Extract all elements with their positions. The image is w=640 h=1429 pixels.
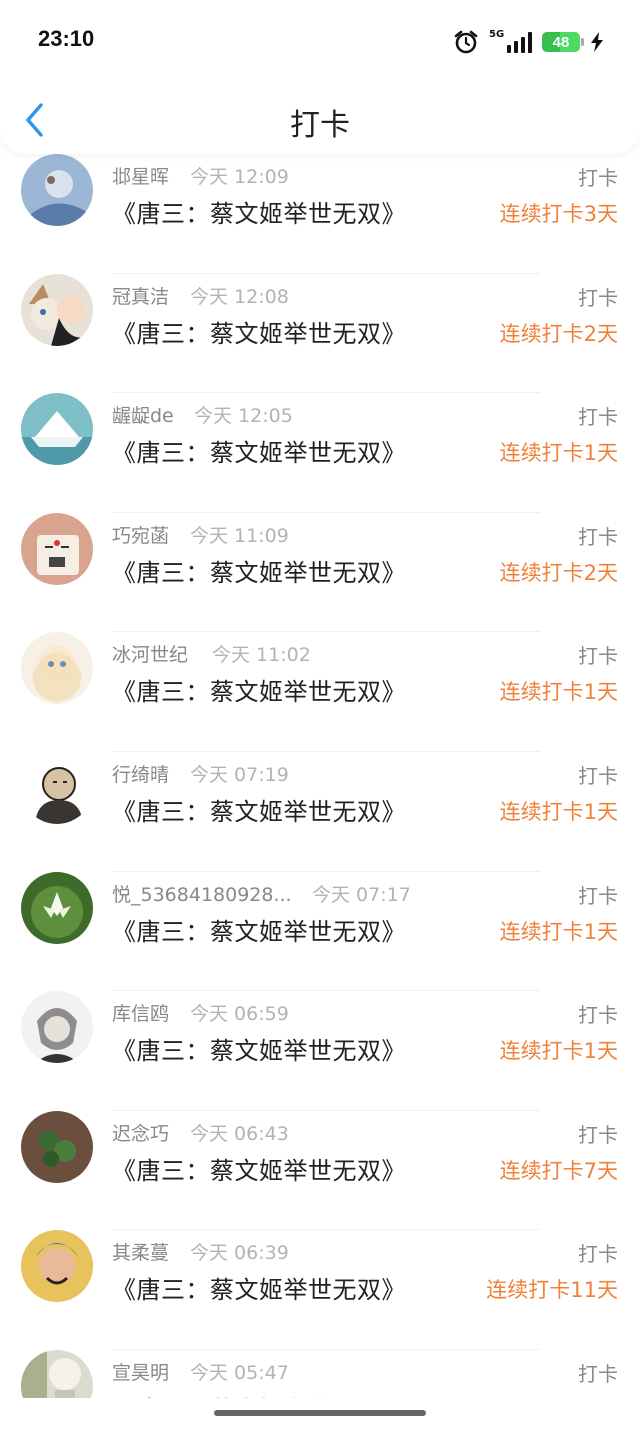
checkin-time: 今天 12:09 xyxy=(190,166,289,188)
navigation-bar: 23:10 5G 48 打卡 xyxy=(0,0,640,154)
user-avatar[interactable] xyxy=(21,393,93,466)
streak-label: 连续打卡11天 xyxy=(486,1278,618,1303)
checkin-list-item[interactable]: 冰河世纪 今天 11:02 《唐三：蔡文姬举世无双》 打卡连续打卡1天 xyxy=(0,632,640,752)
book-title[interactable]: 《唐三：蔡文姬举世无双》 xyxy=(112,912,406,947)
book-title[interactable]: 《唐三：蔡文姬举世无双》 xyxy=(112,1151,406,1186)
user-name[interactable]: 冰河世纪 xyxy=(112,640,188,667)
user-avatar[interactable] xyxy=(21,871,93,944)
alarm-icon xyxy=(454,30,478,54)
streak-label: 连续打卡2天 xyxy=(499,321,618,346)
user-avatar[interactable] xyxy=(21,1110,93,1183)
checkin-time: 今天 11:02 xyxy=(212,644,311,667)
user-avatar[interactable] xyxy=(21,154,93,226)
signal-icon: 5G xyxy=(489,29,532,53)
action-label: 打卡 xyxy=(578,285,618,310)
action-label: 打卡 xyxy=(578,405,618,430)
checkin-list-item[interactable]: 库信鸥 今天 06:59 《唐三：蔡文姬举世无双》 打卡连续打卡1天 xyxy=(0,991,640,1111)
action-label: 打卡 xyxy=(578,1361,618,1386)
user-name[interactable]: 悦_53684180928... xyxy=(112,880,292,907)
user-name[interactable]: 库信鸥 xyxy=(112,999,169,1026)
home-indicator[interactable] xyxy=(214,1410,426,1416)
checkin-list-item[interactable]: 巧宛菡 今天 11:09 《唐三：蔡文姬举世无双》 打卡连续打卡2天 xyxy=(0,512,640,633)
network-type: 5G xyxy=(489,29,505,40)
book-title[interactable]: 《唐三：蔡文姬举世无双》 xyxy=(112,194,406,229)
checkin-list-item[interactable]: 悦_53684180928... 今天 07:17 《唐三：蔡文姬举世无双》 打卡连续… xyxy=(0,871,640,992)
streak-label: 连续打卡3天 xyxy=(499,202,618,226)
book-title[interactable]: 《唐三：蔡文姬举世无双》 xyxy=(112,1270,406,1305)
checkin-time: 今天 07:17 xyxy=(312,883,411,906)
user-avatar[interactable] xyxy=(21,751,93,824)
checkin-list-item[interactable]: 冠真洁 今天 12:08 《唐三：蔡文姬举世无双》 打卡连续打卡2天 xyxy=(0,273,640,394)
checkin-list-item[interactable]: 龌龊de 今天 12:05 《唐三：蔡文姬举世无双》 打卡连续打卡1天 xyxy=(0,393,640,513)
streak-label: 连续打卡1天 xyxy=(499,1039,618,1064)
status-icons: 5G 48 xyxy=(453,28,604,56)
checkin-list-item[interactable]: 其柔蔓 今天 06:39 《唐三：蔡文姬举世无双》 打卡连续打卡11天 xyxy=(0,1230,640,1350)
checkin-time: 今天 12:05 xyxy=(194,405,293,428)
checkin-list-item[interactable]: 邶星晖 今天 12:09 《唐三：蔡文姬举世无双》 打卡连续打卡3天 xyxy=(0,154,640,274)
checkin-time: 今天 12:08 xyxy=(190,285,289,308)
checkin-list-item[interactable]: 行绮晴 今天 07:19 《唐三：蔡文姬举世无双》 打卡连续打卡1天 xyxy=(0,751,640,872)
user-name[interactable]: 宣昊明 xyxy=(112,1358,169,1385)
streak-label: 连续打卡1天 xyxy=(499,680,618,705)
book-title[interactable]: 《唐三：蔡文姬举世无双》 xyxy=(112,792,406,827)
page-title: 打卡 xyxy=(290,108,350,143)
streak-label: 连续打卡1天 xyxy=(499,919,618,944)
book-title[interactable]: 《唐三：蔡文姬举世无双》 xyxy=(112,433,406,468)
action-label: 打卡 xyxy=(578,524,618,549)
user-avatar[interactable] xyxy=(21,1230,93,1303)
checkin-time: 今天 06:39 xyxy=(190,1242,289,1265)
user-name[interactable]: 冠真洁 xyxy=(112,282,169,309)
book-title[interactable]: 《唐三：蔡文姬举世无双》 xyxy=(112,553,406,588)
user-name[interactable]: 行绮晴 xyxy=(112,760,169,787)
user-name[interactable]: 迟念巧 xyxy=(112,1119,169,1146)
user-avatar[interactable] xyxy=(21,273,93,346)
checkin-list: 邶星晖 今天 12:09 《唐三：蔡文姬举世无双》 打卡 连续打卡3天 冠真洁 今天 12:… xyxy=(0,154,640,1429)
checkin-time: 今天 06:59 xyxy=(190,1003,289,1026)
book-title[interactable]: 《唐三：蔡文姬举世无双》 xyxy=(112,672,406,707)
user-avatar[interactable] xyxy=(21,632,93,705)
battery-level: 48 xyxy=(552,33,570,51)
status-bar: 23:10 5G 48 xyxy=(0,0,640,80)
streak-label: 连续打卡7天 xyxy=(499,1158,618,1183)
action-label: 打卡 xyxy=(578,883,618,908)
streak-label: 连续打卡1天 xyxy=(499,441,618,466)
user-name[interactable]: 其柔蔓 xyxy=(112,1238,169,1265)
action-label: 打卡 xyxy=(578,1122,618,1147)
streak-label: 连续打卡1天 xyxy=(499,799,618,824)
status-time: 23:10 xyxy=(38,26,95,51)
checkin-time: 今天 05:47 xyxy=(190,1361,289,1384)
user-avatar[interactable] xyxy=(21,512,93,585)
action-label: 打卡 xyxy=(578,644,618,669)
action-label: 打卡 xyxy=(578,1242,618,1267)
action-label: 打卡 xyxy=(578,763,618,788)
action-label: 打卡 xyxy=(578,1003,618,1028)
checkin-time: 今天 07:19 xyxy=(190,763,289,786)
action-label: 打卡 xyxy=(578,166,618,190)
battery-icon: 48 xyxy=(542,32,584,52)
checkin-list-item[interactable]: 迟念巧 今天 06:43 《唐三：蔡文姬举世无双》 打卡连续打卡7天 xyxy=(0,1110,640,1231)
user-name[interactable]: 邶星晖 xyxy=(112,162,169,189)
streak-label: 连续打卡2天 xyxy=(499,560,618,585)
charging-bolt-icon xyxy=(591,32,603,52)
user-name[interactable]: 龌龊de xyxy=(112,401,174,428)
book-title[interactable]: 《唐三：蔡文姬举世无双》 xyxy=(112,1031,406,1066)
book-title[interactable]: 《唐三：蔡文姬举世无双》 xyxy=(112,314,406,349)
checkin-time: 今天 11:09 xyxy=(190,524,289,547)
checkin-time: 今天 06:43 xyxy=(190,1122,289,1145)
user-name[interactable]: 巧宛菡 xyxy=(112,521,169,548)
user-avatar[interactable] xyxy=(21,991,93,1064)
